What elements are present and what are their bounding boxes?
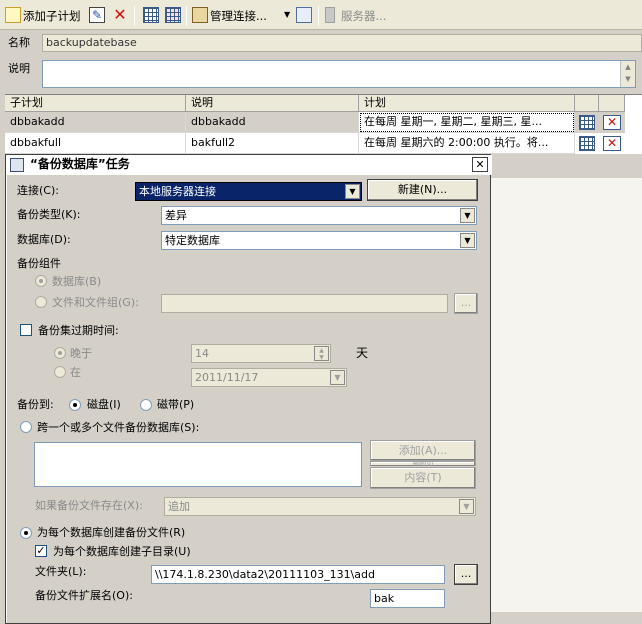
- chevron-down-icon[interactable]: ▼: [284, 10, 290, 19]
- expire-on-label: 在: [70, 366, 81, 379]
- component-database-radio[interactable]: [35, 275, 47, 287]
- toolbar: 添加子计划 ✎ ✕ 管理连接... ▼ 服务器...: [0, 0, 642, 30]
- chevron-down-icon[interactable]: ▼: [330, 370, 345, 385]
- schedule-cell[interactable]: 在每周 星期一, 星期二, 星期三, 星...: [359, 112, 575, 133]
- server-icon: [325, 7, 335, 23]
- chevron-down-icon[interactable]: ▼: [460, 233, 475, 248]
- subdir-checkbox[interactable]: ✓: [35, 545, 47, 557]
- remove-schedule-icon[interactable]: ✕: [603, 115, 621, 130]
- backup-component-label: 备份组件: [17, 257, 61, 270]
- edit-icon[interactable]: ✎: [89, 7, 105, 23]
- column-header-schedule[interactable]: 计划: [359, 95, 575, 112]
- chevron-down-icon[interactable]: ▼: [459, 499, 474, 514]
- expire-date-picker[interactable]: 2011/11/17 ▼: [191, 368, 347, 387]
- subplan-grid: 子计划 说明 计划 dbbakadd dbbakadd 在每周 星期一, 星期二…: [5, 94, 642, 154]
- chevron-down-icon[interactable]: ▼: [460, 208, 475, 223]
- tape-label: 磁带(P): [157, 398, 195, 411]
- expire-after-radio[interactable]: [54, 347, 66, 359]
- folder-browse-button[interactable]: ...: [454, 564, 478, 585]
- copy-icon[interactable]: [296, 7, 312, 23]
- add-subplan-icon: [5, 7, 21, 23]
- remove-file-button[interactable]: 删除(V): [370, 461, 476, 466]
- per-database-label: 为每个数据库创建备份文件(R): [37, 526, 186, 539]
- span-files-label: 跨一个或多个文件备份数据库(S):: [37, 421, 200, 434]
- expire-checkbox[interactable]: [20, 324, 32, 336]
- schedule-icon[interactable]: [579, 136, 595, 151]
- database-label: 数据库(D):: [17, 233, 71, 246]
- tape-radio[interactable]: [140, 399, 152, 411]
- expire-unit-label: 天: [356, 346, 369, 360]
- description-cell: bakfull2: [186, 133, 359, 154]
- add-file-button[interactable]: 添加(A)...: [370, 440, 476, 461]
- expire-on-radio[interactable]: [54, 366, 66, 378]
- column-header-description[interactable]: 说明: [186, 95, 359, 112]
- database-select[interactable]: 特定数据库 ▼: [161, 231, 477, 250]
- grid-delete-icon[interactable]: [165, 7, 181, 23]
- files-input[interactable]: [161, 294, 448, 313]
- subdir-label: 为每个数据库创建子目录(U): [53, 545, 191, 558]
- designer-surface: [491, 178, 642, 612]
- description-field[interactable]: [42, 60, 636, 88]
- expire-days-stepper[interactable]: 14 ▲ ▼: [191, 344, 331, 363]
- backup-to-label: 备份到:: [17, 398, 54, 411]
- extension-input[interactable]: bak: [370, 589, 445, 608]
- description-cell: dbbakadd: [186, 112, 359, 133]
- add-subplan-button[interactable]: 添加子计划: [23, 9, 81, 23]
- component-database-label: 数据库(B): [52, 275, 102, 288]
- remove-schedule-icon[interactable]: ✕: [603, 136, 621, 151]
- disk-label: 磁盘(I): [87, 398, 121, 411]
- disk-radio[interactable]: [69, 399, 81, 411]
- description-label: 说明: [8, 62, 30, 75]
- connection-select[interactable]: 本地服务器连接 ▼: [135, 182, 362, 201]
- grid-icon[interactable]: [143, 7, 159, 23]
- subplan-cell: dbbakfull: [5, 133, 186, 154]
- expire-after-label: 晚于: [70, 347, 92, 360]
- manage-connections-button[interactable]: 管理连接...: [210, 9, 267, 23]
- servers-button[interactable]: 服务器...: [341, 9, 386, 23]
- expire-label: 备份集过期时间:: [38, 324, 119, 337]
- new-connection-button[interactable]: 新建(N)...: [367, 179, 478, 201]
- table-row[interactable]: dbbakadd dbbakadd 在每周 星期一, 星期二, 星期三, 星..…: [5, 112, 625, 133]
- if-exists-select[interactable]: 追加 ▼: [164, 497, 476, 516]
- if-exists-label: 如果备份文件存在(X):: [35, 499, 143, 512]
- per-database-radio[interactable]: [20, 527, 32, 539]
- table-row[interactable]: dbbakfull bakfull2 在每周 星期六的 2:00:00 执行。将…: [5, 133, 625, 154]
- description-scrollbar[interactable]: ▲ ▼: [620, 61, 635, 87]
- span-files-radio[interactable]: [20, 421, 32, 433]
- schedule-icon[interactable]: [579, 115, 595, 130]
- stepper-arrows-icon[interactable]: ▲ ▼: [314, 346, 329, 361]
- backup-files-list[interactable]: [34, 442, 362, 487]
- schedule-cell[interactable]: 在每周 星期六的 2:00:00 执行。将...: [359, 133, 575, 154]
- subplan-cell: dbbakadd: [5, 112, 186, 133]
- component-files-label: 文件和文件组(G):: [52, 296, 139, 309]
- backup-database-task-dialog: “备份数据库”任务 ✕ 连接(C): 本地服务器连接 ▼ 新建(N)... 备份…: [5, 154, 492, 624]
- folder-input[interactable]: \\174.1.8.230\data2\20111103_131\add: [151, 565, 445, 584]
- name-label: 名称: [8, 36, 30, 49]
- backup-type-select[interactable]: 差异 ▼: [161, 206, 477, 225]
- backup-type-label: 备份类型(K):: [17, 208, 81, 221]
- chevron-down-icon[interactable]: ▼: [345, 184, 360, 199]
- connection-label: 连接(C):: [17, 184, 59, 197]
- dialog-title: “备份数据库”任务: [30, 157, 130, 171]
- delete-icon[interactable]: ✕: [112, 7, 128, 23]
- folder-label: 文件夹(L):: [35, 565, 87, 578]
- connection-icon: [192, 7, 208, 23]
- task-icon: [10, 158, 24, 172]
- close-icon[interactable]: ✕: [472, 157, 488, 172]
- dialog-titlebar: “备份数据库”任务 ✕: [6, 155, 492, 175]
- extension-label: 备份文件扩展名(O):: [35, 589, 133, 602]
- content-button[interactable]: 内容(T): [370, 467, 476, 489]
- component-files-radio[interactable]: [35, 296, 47, 308]
- column-header-subplan[interactable]: 子计划: [5, 95, 186, 112]
- files-browse-button[interactable]: ...: [454, 293, 478, 314]
- name-field[interactable]: backupdatebase: [42, 34, 642, 52]
